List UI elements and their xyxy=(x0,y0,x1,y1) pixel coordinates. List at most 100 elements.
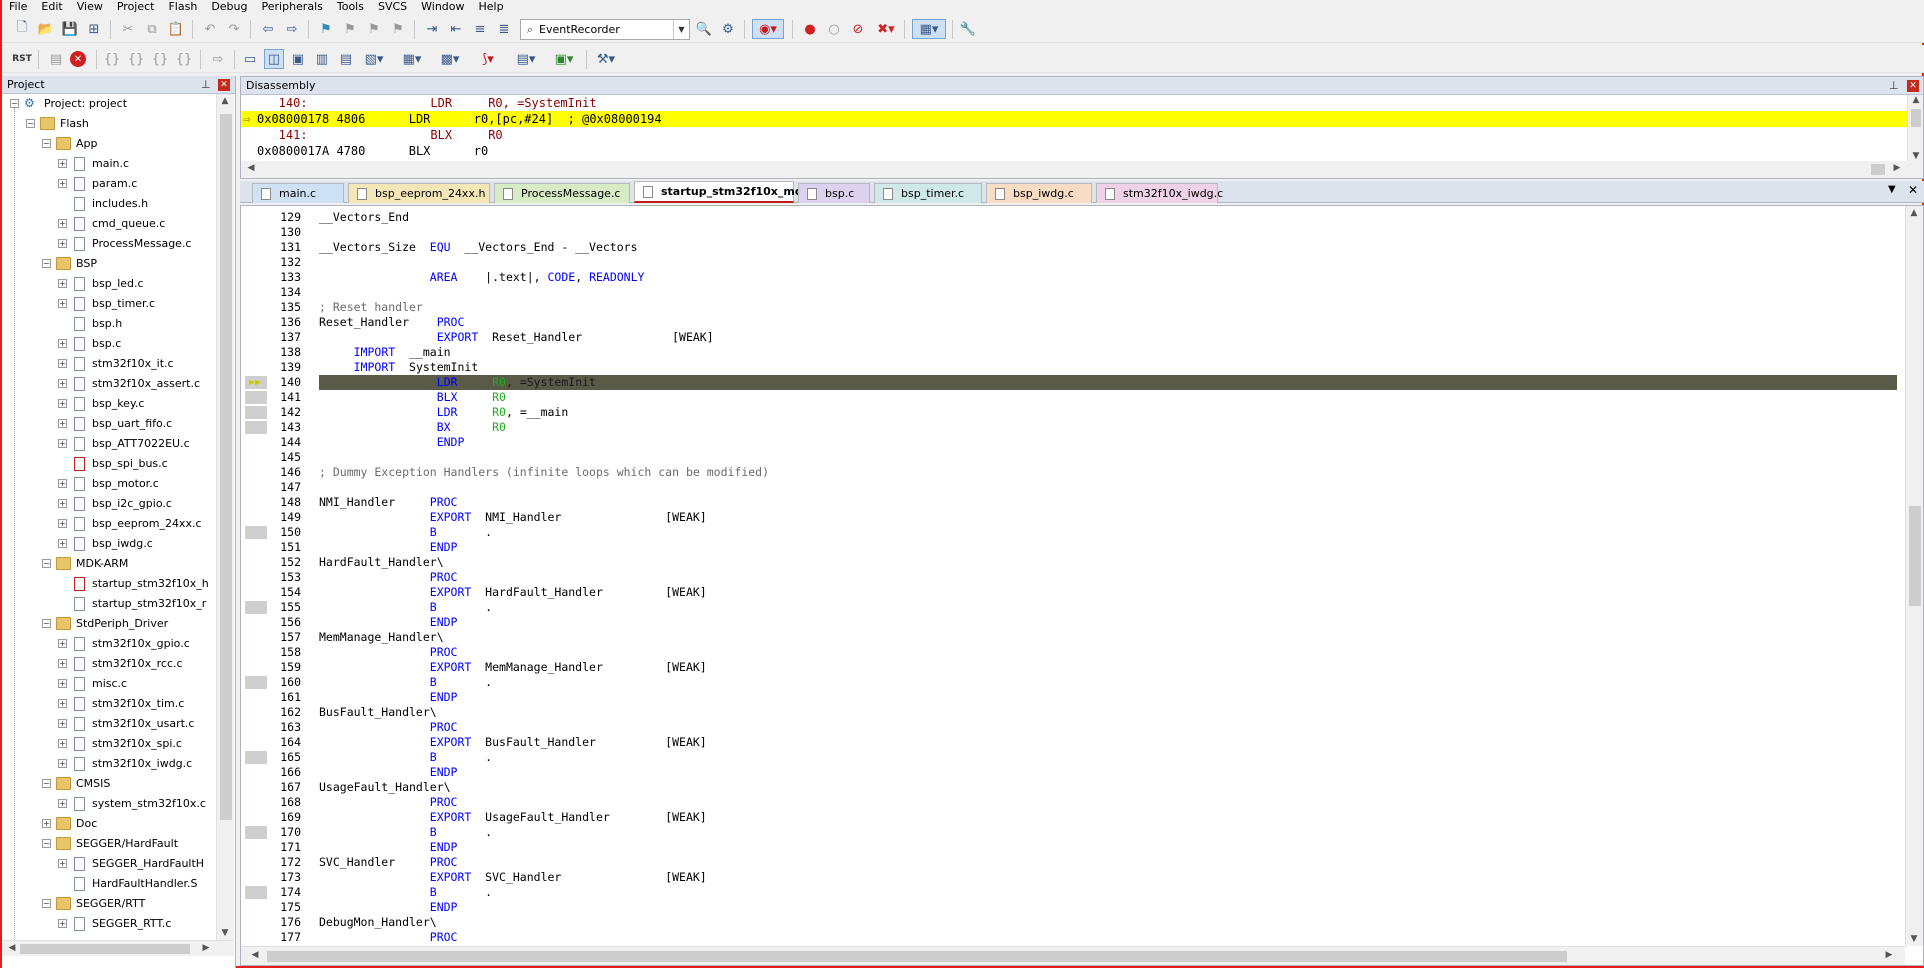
disassembly-line[interactable]: 141: BLX R0 xyxy=(241,127,1907,143)
nav-forward-icon[interactable]: ⇨ xyxy=(282,19,302,39)
show-next-statement-icon[interactable]: ⇨ xyxy=(208,49,228,69)
hscroll-thumb[interactable] xyxy=(20,944,190,954)
tree-file-item[interactable]: + stm32f10x_it.c xyxy=(2,354,216,374)
save-all-icon[interactable]: ⊞ xyxy=(84,19,104,39)
code-line[interactable]: 145 xyxy=(241,450,1905,465)
collapse-icon[interactable]: − xyxy=(42,619,51,628)
kill-breakpoints-icon[interactable]: ✖▾ xyxy=(872,19,900,39)
tab-bsp-iwdg-c[interactable]: bsp_iwdg.c xyxy=(986,183,1092,203)
tree-group-item[interactable]: − StdPeriph_Driver xyxy=(2,614,216,634)
code-line[interactable]: 143 BX R0 xyxy=(241,420,1905,435)
expand-icon[interactable]: + xyxy=(58,279,67,288)
code-line[interactable]: 141 BLX R0 xyxy=(241,390,1905,405)
editor-vscroll[interactable]: ▲ ▼ xyxy=(1905,206,1923,946)
tree-file-item[interactable]: includes.h xyxy=(2,194,216,214)
tree-file-item[interactable]: HardFaultHandler.S xyxy=(2,874,216,894)
scroll-right-icon[interactable]: ▶ xyxy=(1889,163,1905,173)
tree-file-item[interactable]: + stm32f10x_iwdg.c xyxy=(2,754,216,774)
code-line[interactable]: 172 SVC_Handler PROC xyxy=(241,855,1905,870)
tree-group-item[interactable]: − MDK-ARM xyxy=(2,554,216,574)
incremental-find-icon[interactable]: ⚙ xyxy=(718,19,738,39)
expand-icon[interactable]: + xyxy=(58,739,67,748)
tree-file-item[interactable]: bsp_spi_bus.c xyxy=(2,454,216,474)
current-code-line[interactable]: ▶▶ 140 LDR R0, =SystemInit xyxy=(241,375,1905,390)
nav-back-icon[interactable]: ⇦ xyxy=(258,19,278,39)
tree-file-item[interactable]: + bsp.c xyxy=(2,334,216,354)
code-line[interactable]: 174 B . xyxy=(241,885,1905,900)
unindent-icon[interactable]: ⇤ xyxy=(446,19,466,39)
tree-file-item[interactable]: + bsp_motor.c xyxy=(2,474,216,494)
scroll-right-icon[interactable]: ▶ xyxy=(198,943,214,953)
memory-window-icon[interactable]: ▦▾ xyxy=(398,49,426,69)
code-line[interactable]: 159 EXPORT MemManage_Handler [WEAK] xyxy=(241,660,1905,675)
menu-debug[interactable]: Debug xyxy=(204,0,254,14)
code-line[interactable]: 177 PROC xyxy=(241,930,1905,945)
code-line[interactable]: 158 PROC xyxy=(241,645,1905,660)
menu-window[interactable]: Window xyxy=(414,0,471,14)
menu-flash[interactable]: Flash xyxy=(161,0,204,14)
code-line[interactable]: 151 ENDP xyxy=(241,540,1905,555)
code-line[interactable]: 165 B . xyxy=(241,750,1905,765)
code-line[interactable]: 155 B . xyxy=(241,600,1905,615)
window-layout-icon[interactable]: ▦▾ xyxy=(912,19,946,39)
cut-icon[interactable]: ✂ xyxy=(118,19,138,39)
undo-icon[interactable]: ↶ xyxy=(200,19,220,39)
expand-icon[interactable]: + xyxy=(58,219,67,228)
pin-icon[interactable]: ⊥ xyxy=(1889,77,1899,94)
scroll-up-icon[interactable]: ▲ xyxy=(217,96,233,106)
code-line[interactable]: 138 IMPORT __main xyxy=(241,345,1905,360)
code-line[interactable]: 146 ; Dummy Exception Handlers (infinite … xyxy=(241,465,1905,480)
tree-group-item[interactable]: + Doc xyxy=(2,814,216,834)
code-line[interactable]: 166 ENDP xyxy=(241,765,1905,780)
hscroll-thumb[interactable] xyxy=(267,951,1567,962)
code-line[interactable]: 135 ; Reset handler xyxy=(241,300,1905,315)
scroll-right-icon[interactable]: ▶ xyxy=(1881,950,1897,960)
close-icon[interactable]: ✕ xyxy=(218,79,230,91)
code-line[interactable]: 173 EXPORT SVC_Handler [WEAK] xyxy=(241,870,1905,885)
registers-window-icon[interactable]: ▥ xyxy=(312,49,332,69)
expand-icon[interactable]: + xyxy=(58,159,67,168)
tab-list-chevron-icon[interactable]: ▼ xyxy=(1888,184,1896,195)
tree-file-item[interactable]: + SEGGER_RTT.c xyxy=(2,914,216,934)
target-combo[interactable]: ⌕ EventRecorder ▼ xyxy=(520,19,690,40)
run-to-cursor-icon[interactable]: {} xyxy=(174,49,194,69)
collapse-icon[interactable]: − xyxy=(10,99,19,108)
copy-icon[interactable]: ⧉ xyxy=(142,19,162,39)
project-tree-hscroll[interactable]: ◀ ▶ xyxy=(2,940,234,956)
disassembly-line[interactable]: ⇨ 0x08000178 4806 LDR r0,[pc,#24] ; @0x08… xyxy=(241,111,1907,127)
scroll-left-icon[interactable]: ◀ xyxy=(4,943,20,953)
tree-file-item[interactable]: + SEGGER_HardFaultH xyxy=(2,854,216,874)
tree-file-item[interactable]: + bsp_led.c xyxy=(2,274,216,294)
expand-icon[interactable]: + xyxy=(58,179,67,188)
code-editor[interactable]: 129 __Vectors_End 130 131 __Vectors_Size EQU… xyxy=(240,205,1924,966)
expand-icon[interactable]: + xyxy=(58,379,67,388)
menu-help[interactable]: Help xyxy=(472,0,511,14)
code-line[interactable]: 164 EXPORT BusFault_Handler [WEAK] xyxy=(241,735,1905,750)
menu-peripherals[interactable]: Peripherals xyxy=(255,0,330,14)
system-viewer-icon[interactable]: ▣▾ xyxy=(550,49,578,69)
breakpoint-icon[interactable]: ● xyxy=(800,19,820,39)
code-line[interactable]: 131 __Vectors_Size EQU __Vectors_End - __… xyxy=(241,240,1905,255)
scroll-down-icon[interactable]: ▼ xyxy=(1908,151,1924,161)
expand-icon[interactable]: + xyxy=(58,679,67,688)
code-line[interactable]: 149 EXPORT NMI_Handler [WEAK] xyxy=(241,510,1905,525)
expand-icon[interactable]: + xyxy=(58,339,67,348)
expand-icon[interactable]: + xyxy=(58,439,67,448)
collapse-icon[interactable]: − xyxy=(42,899,51,908)
tree-file-item[interactable]: + main.c xyxy=(2,154,216,174)
code-line[interactable]: 152 HardFault_Handler\ xyxy=(241,555,1905,570)
toolbox-icon[interactable]: ⚒▾ xyxy=(592,49,620,69)
disassembly-line[interactable]: 0x0800017A 4780 BLX r0 xyxy=(241,143,1907,159)
code-line[interactable]: 148 NMI_Handler PROC xyxy=(241,495,1905,510)
pin-icon[interactable]: ⊥ xyxy=(201,76,211,93)
expand-icon[interactable]: + xyxy=(58,499,67,508)
collapse-icon[interactable]: − xyxy=(26,119,35,128)
scroll-left-icon[interactable]: ◀ xyxy=(243,163,259,173)
new-file-icon[interactable]: 🗋 xyxy=(12,19,32,39)
menu-svcs[interactable]: SVCS xyxy=(371,0,414,14)
indent-icon[interactable]: ⇥ xyxy=(422,19,442,39)
code-line[interactable]: 137 EXPORT Reset_Handler [WEAK] xyxy=(241,330,1905,345)
disassembly-line[interactable]: 140: LDR R0, =SystemInit xyxy=(241,95,1907,111)
tree-file-item[interactable]: + stm32f10x_assert.c xyxy=(2,374,216,394)
tree-file-item[interactable]: startup_stm32f10x_h xyxy=(2,574,216,594)
